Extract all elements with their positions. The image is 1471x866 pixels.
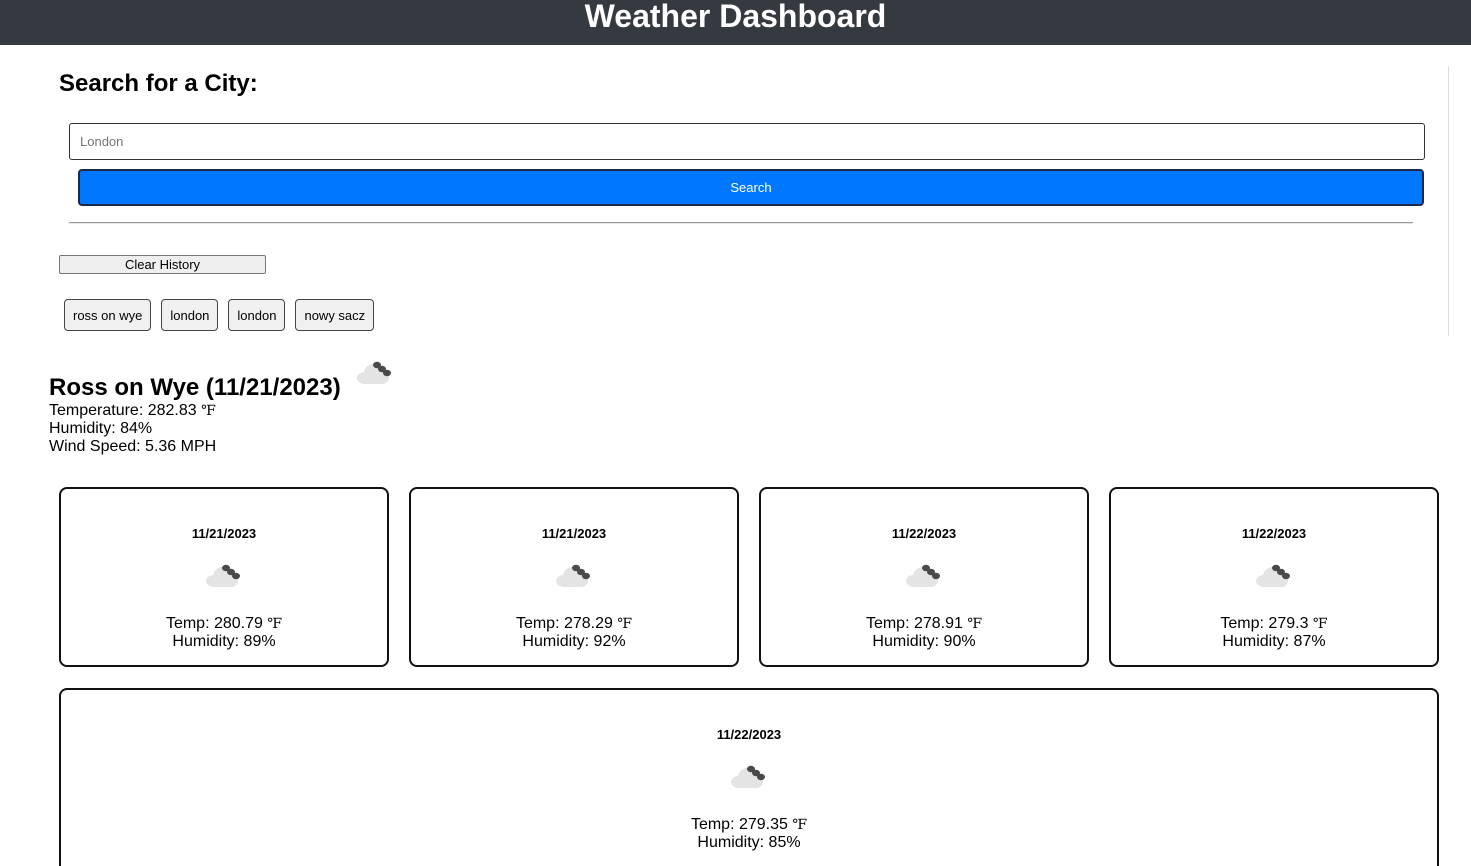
search-history-list: ross on wye london london nowy sacz bbox=[64, 299, 375, 331]
current-temperature: Temperature: 282.83 ℉ bbox=[49, 402, 216, 420]
forecast-humidity: Humidity: 85% bbox=[697, 834, 801, 851]
forecast-date: 11/22/2023 bbox=[716, 727, 782, 742]
forecast-temp-value: Temp: 278.91 bbox=[865, 615, 963, 632]
section-divider bbox=[69, 222, 1413, 224]
forecast-temp-unit: ℉ bbox=[792, 817, 808, 833]
cloud-rain-icon bbox=[1111, 561, 1437, 589]
current-temperature-value: Temperature: 282.83 bbox=[49, 402, 197, 419]
sidebar-divider bbox=[1448, 66, 1449, 336]
forecast-date: 11/21/2023 bbox=[191, 526, 257, 541]
clear-history-button[interactable]: Clear History bbox=[59, 255, 266, 274]
forecast-temp-value: Temp: 280.79 bbox=[165, 615, 263, 632]
forecast-temp: Temp: 279.35 ℉ bbox=[61, 816, 1437, 834]
forecast-card: 11/22/2023 Temp: 279.35 ℉ Humidity: 85% bbox=[59, 688, 1439, 866]
forecast-temp-unit: ℉ bbox=[617, 616, 633, 632]
forecast-temp: Temp: 278.91 ℉ bbox=[761, 615, 1087, 633]
page-title: Weather Dashboard bbox=[584, 0, 887, 34]
forecast-temp: Temp: 278.29 ℉ bbox=[411, 615, 737, 633]
forecast-temp-value: Temp: 278.29 bbox=[515, 615, 613, 632]
forecast-temp-unit: ℉ bbox=[1312, 616, 1328, 632]
city-search-input[interactable] bbox=[69, 123, 1425, 160]
forecast-humidity: Humidity: 92% bbox=[522, 633, 626, 650]
cloud-rain-icon bbox=[411, 561, 737, 589]
current-city-title: Ross on Wye (11/21/2023) bbox=[49, 374, 341, 401]
current-humidity: Humidity: 84% bbox=[49, 420, 153, 437]
cloud-rain-icon bbox=[355, 358, 395, 391]
forecast-card: 11/21/2023 Temp: 280.79 ℉ Humidity: 89% bbox=[59, 487, 389, 667]
forecast-temp-unit: ℉ bbox=[967, 616, 983, 632]
cloud-rain-icon bbox=[61, 762, 1437, 790]
forecast-temp-unit: ℉ bbox=[267, 616, 283, 632]
forecast-card: 11/22/2023 Temp: 278.91 ℉ Humidity: 90% bbox=[759, 487, 1089, 667]
forecast-temp: Temp: 280.79 ℉ bbox=[61, 615, 387, 633]
history-item-button[interactable]: london bbox=[228, 299, 286, 331]
forecast-temp-value: Temp: 279.3 bbox=[1220, 615, 1309, 632]
forecast-temp-value: Temp: 279.35 bbox=[690, 816, 788, 833]
forecast-temp: Temp: 279.3 ℉ bbox=[1111, 615, 1437, 633]
forecast-humidity: Humidity: 90% bbox=[872, 633, 976, 650]
forecast-date: 11/22/2023 bbox=[891, 526, 957, 541]
current-details: Temperature: 282.83 ℉ Humidity: 84% Wind… bbox=[49, 402, 216, 456]
current-temperature-unit: ℉ bbox=[201, 403, 216, 419]
cloud-rain-icon bbox=[761, 561, 1087, 589]
app-header: Weather Dashboard bbox=[0, 0, 1471, 45]
history-item-button[interactable]: ross on wye bbox=[64, 299, 152, 331]
forecast-card: 11/21/2023 Temp: 278.29 ℉ Humidity: 92% bbox=[409, 487, 739, 667]
forecast-date: 11/21/2023 bbox=[541, 526, 607, 541]
cloud-rain-icon bbox=[61, 561, 387, 589]
forecast-humidity: Humidity: 89% bbox=[172, 633, 276, 650]
forecast-humidity: Humidity: 87% bbox=[1222, 633, 1326, 650]
forecast-date: 11/22/2023 bbox=[1241, 526, 1307, 541]
forecast-card: 11/22/2023 Temp: 279.3 ℉ Humidity: 87% bbox=[1109, 487, 1439, 667]
search-heading: Search for a City: bbox=[59, 70, 258, 97]
search-button[interactable]: Search bbox=[78, 169, 1424, 206]
current-wind-speed: Wind Speed: 5.36 MPH bbox=[49, 438, 217, 455]
history-item-button[interactable]: london bbox=[161, 299, 219, 331]
history-item-button[interactable]: nowy sacz bbox=[295, 299, 375, 331]
